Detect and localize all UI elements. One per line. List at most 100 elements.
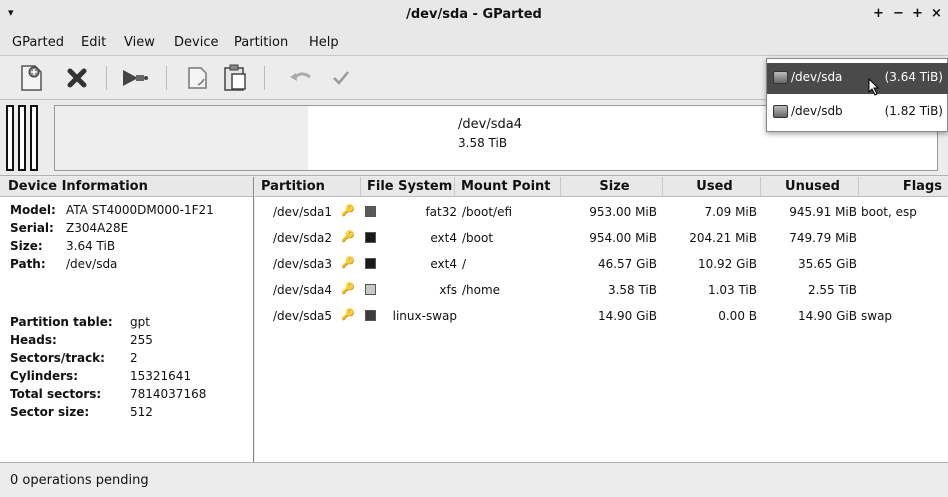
status-bar: 0 operations pending: [0, 462, 948, 497]
partition-table: Partition File System Mount Point Size U…: [255, 177, 948, 462]
partition-bar-sda3[interactable]: [30, 105, 38, 171]
cell-filesystem: xfs: [439, 283, 457, 297]
size-value: 3.64 TiB: [66, 239, 116, 253]
cell-partition: /dev/sda1: [273, 205, 333, 219]
device-info-panel: Device Information Model: ATA ST4000DM000…: [0, 177, 254, 462]
undo-icon: [290, 72, 311, 81]
column-flags[interactable]: Flags: [859, 177, 948, 197]
resize-move-button[interactable]: [118, 62, 152, 94]
cell-filesystem: linux-swap: [392, 309, 457, 323]
filesystem-color-swatch: [365, 310, 376, 321]
total-sectors-value: 7814037168: [130, 387, 207, 401]
mounted-key-icon: 🔑: [341, 230, 355, 243]
sectors-track-label: Sectors/track:: [10, 351, 105, 365]
resize-move-icon: [123, 70, 148, 86]
cell-size: 46.57 GiB: [597, 257, 657, 271]
partition-bar-sda4-used[interactable]: [54, 105, 308, 171]
cell-used: 204.21 MiB: [689, 231, 757, 245]
table-row[interactable]: /dev/sda5 linux-swap 14.90 GiB 0.00 B 14.90 …: [255, 305, 948, 329]
table-row[interactable]: /dev/sda3 ext4 / 46.57 GiB 10.92 GiB 35.65 Gi…: [255, 253, 948, 277]
menu-device[interactable]: Device: [174, 35, 218, 50]
apply-check-icon: [333, 71, 349, 85]
new-partition-button[interactable]: [14, 62, 48, 94]
partition-bar-sda2[interactable]: [18, 105, 26, 171]
paste-icon: [224, 64, 246, 91]
cylinders-value: 15321641: [130, 369, 192, 383]
apply-button[interactable]: [324, 62, 358, 94]
menu-partition[interactable]: Partition: [234, 35, 288, 50]
delete-button[interactable]: [60, 62, 94, 94]
window-title: /dev/sda - GParted: [406, 7, 542, 22]
cell-unused: 2.55 TiB: [807, 283, 857, 297]
copy-icon: [188, 67, 207, 89]
cell-mountpoint: /: [462, 257, 467, 271]
device-item-sdb[interactable]: /dev/sdb (1.82 TiB): [767, 97, 948, 128]
cell-partition: /dev/sda4: [273, 283, 333, 297]
minimize-icon[interactable]: −: [893, 6, 904, 21]
close-icon[interactable]: ×: [931, 6, 942, 21]
filesystem-color-swatch: [365, 232, 376, 243]
filesystem-color-swatch: [365, 206, 376, 217]
menu-help[interactable]: Help: [309, 35, 339, 50]
menu-bar: GParted Edit View Device Partition Help: [0, 30, 948, 56]
menu-view[interactable]: View: [124, 35, 155, 50]
cell-unused: 945.91 MiB: [789, 205, 857, 219]
device-size: (3.64 TiB): [884, 70, 943, 84]
cell-partition: /dev/sda3: [273, 257, 333, 271]
operations-pending-text: 0 operations pending: [10, 473, 149, 488]
paste-button[interactable]: [218, 62, 252, 94]
serial-value: Z304A28E: [66, 221, 129, 235]
device-selector-dropdown[interactable]: /dev/sda (3.64 TiB) /dev/sdb (1.82 TiB): [766, 58, 948, 132]
copy-button[interactable]: [180, 62, 214, 94]
cell-size: 953.00 MiB: [589, 205, 657, 219]
cell-used: 7.09 MiB: [704, 205, 757, 219]
disk-map-partition-name: /dev/sda4: [458, 117, 522, 132]
cell-unused: 14.90 GiB: [797, 309, 857, 323]
serial-label: Serial:: [10, 221, 54, 235]
cell-mountpoint: /boot: [462, 231, 494, 245]
keep-above-icon[interactable]: +: [873, 6, 884, 21]
cell-flags: boot, esp: [861, 205, 917, 219]
undo-button[interactable]: [284, 62, 318, 94]
total-sectors-label: Total sectors:: [10, 387, 102, 401]
table-row[interactable]: /dev/sda4 xfs/home 3.58 TiB 1.03 TiB 2.55 Ti…: [255, 279, 948, 303]
title-bar: ▾ /dev/sda - GParted + − + ×: [0, 0, 948, 30]
column-partition[interactable]: Partition: [255, 177, 361, 197]
partition-table-value: gpt: [130, 315, 150, 329]
cell-size: 954.00 MiB: [589, 231, 657, 245]
cell-used: 10.92 GiB: [697, 257, 757, 271]
table-row[interactable]: /dev/sda1 fat32/boot/efi 953.00 MiB 7.09 Mi…: [255, 201, 948, 225]
column-filesystem[interactable]: File System: [361, 177, 455, 197]
cell-size: 14.90 GiB: [597, 309, 657, 323]
device-item-sda[interactable]: /dev/sda (3.64 TiB): [767, 63, 948, 94]
cell-unused: 35.65 GiB: [797, 257, 857, 271]
cell-filesystem: ext4: [430, 257, 457, 271]
device-name: /dev/sdb: [791, 104, 843, 118]
disk-map-partition-size: 3.58 TiB: [458, 136, 508, 150]
toolbar-separator: [106, 66, 107, 90]
mouse-cursor-icon: [868, 78, 880, 96]
column-mountpoint[interactable]: Mount Point: [455, 177, 561, 197]
column-size[interactable]: Size: [561, 177, 663, 197]
cell-used: 0.00 B: [718, 309, 757, 323]
partition-bar-sda1[interactable]: [6, 105, 14, 171]
column-used[interactable]: Used: [663, 177, 761, 197]
partition-table-label: Partition table:: [10, 315, 113, 329]
column-unused[interactable]: Unused: [761, 177, 859, 197]
harddisk-icon: [773, 105, 788, 118]
sectors-track-value: 2: [130, 351, 138, 365]
menu-edit[interactable]: Edit: [81, 35, 106, 50]
sector-size-value: 512: [130, 405, 153, 419]
menu-gparted[interactable]: GParted: [12, 35, 64, 50]
cylinders-label: Cylinders:: [10, 369, 78, 383]
cell-partition: /dev/sda5: [273, 309, 333, 323]
harddisk-icon: [773, 71, 788, 84]
mounted-key-icon: 🔑: [341, 256, 355, 269]
table-row[interactable]: /dev/sda2 ext4/boot 954.00 MiB 204.21 MiB 74…: [255, 227, 948, 251]
new-partition-icon: [21, 65, 42, 91]
cell-mountpoint: /home: [462, 283, 501, 297]
heads-label: Heads:: [10, 333, 57, 347]
cell-size: 3.58 TiB: [607, 283, 657, 297]
maximize-icon[interactable]: +: [912, 6, 923, 21]
sector-size-label: Sector size:: [10, 405, 90, 419]
